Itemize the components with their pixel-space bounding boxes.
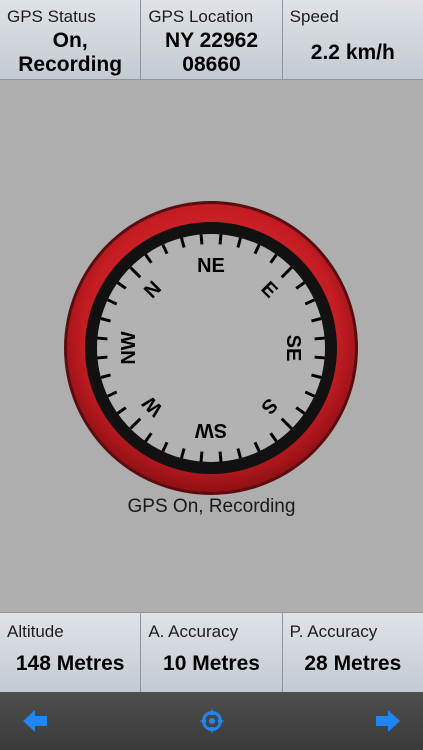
compass-tick [314,355,325,360]
p-accuracy-value: 28 Metres [304,652,402,675]
gps-location-cell: GPS Location NY 22962 08660 [141,0,283,80]
gps-status-caption: GPS On, Recording [127,496,296,517]
compass-locate-icon [199,708,225,734]
back-arrow-icon [23,710,47,732]
compass-tick [97,336,108,341]
forward-button[interactable] [374,707,402,735]
gps-location-label: GPS Location [148,7,254,26]
compass-tick [218,234,223,245]
compass-tick [218,451,223,462]
gps-status-cell: GPS Status On, Recording [0,0,142,80]
speed-label: Speed [289,7,339,26]
compass-letter-nw: NW [118,331,140,364]
compass-letter-ne: NE [197,255,225,277]
forward-arrow-icon [376,710,400,732]
gps-location-value-line2: 08660 [182,53,241,76]
gps-location-value-line1: NY 22962 [164,29,258,52]
altitude-cell: Altitude 148 Metres [0,612,142,692]
a-accuracy-label: A. Accuracy [148,622,239,641]
speed-value: 2.2 km/h [310,41,395,64]
gps-location-value: NY 22962 08660 [143,29,279,77]
compass-tick [314,336,325,341]
gps-status-value-line1: On, [52,29,88,52]
p-accuracy-cell: P. Accuracy 28 Metres [282,612,423,692]
altitude-value: 148 Metres [15,652,125,675]
compass-letter-se: SE [282,335,304,362]
top-info-panel: GPS Status On, Recording GPS Location NY… [0,0,423,80]
gps-status-value-line2: Recording [18,53,123,76]
altitude-label: Altitude [7,622,64,641]
compass: N NE E SE S SW W NW [63,200,359,496]
gps-status-value: On, Recording [2,29,138,77]
compass-letter-sw: SW [195,419,227,441]
compass-tick [199,234,204,245]
bottom-toolbar [0,692,423,750]
compass-tick [199,451,204,462]
p-accuracy-label: P. Accuracy [289,622,378,641]
speed-cell: Speed 2.2 km/h [282,0,423,80]
compass-dial: NNEESESSWWNW [64,201,358,495]
bottom-info-panel: Altitude 148 Metres A. Accuracy 10 Metre… [0,612,423,692]
back-button[interactable] [21,707,49,735]
locate-button[interactable] [198,707,226,735]
a-accuracy-value: 10 Metres [163,652,260,675]
compass-tick [97,355,108,360]
a-accuracy-cell: A. Accuracy 10 Metres [141,612,283,692]
gps-status-label: GPS Status [7,7,96,26]
